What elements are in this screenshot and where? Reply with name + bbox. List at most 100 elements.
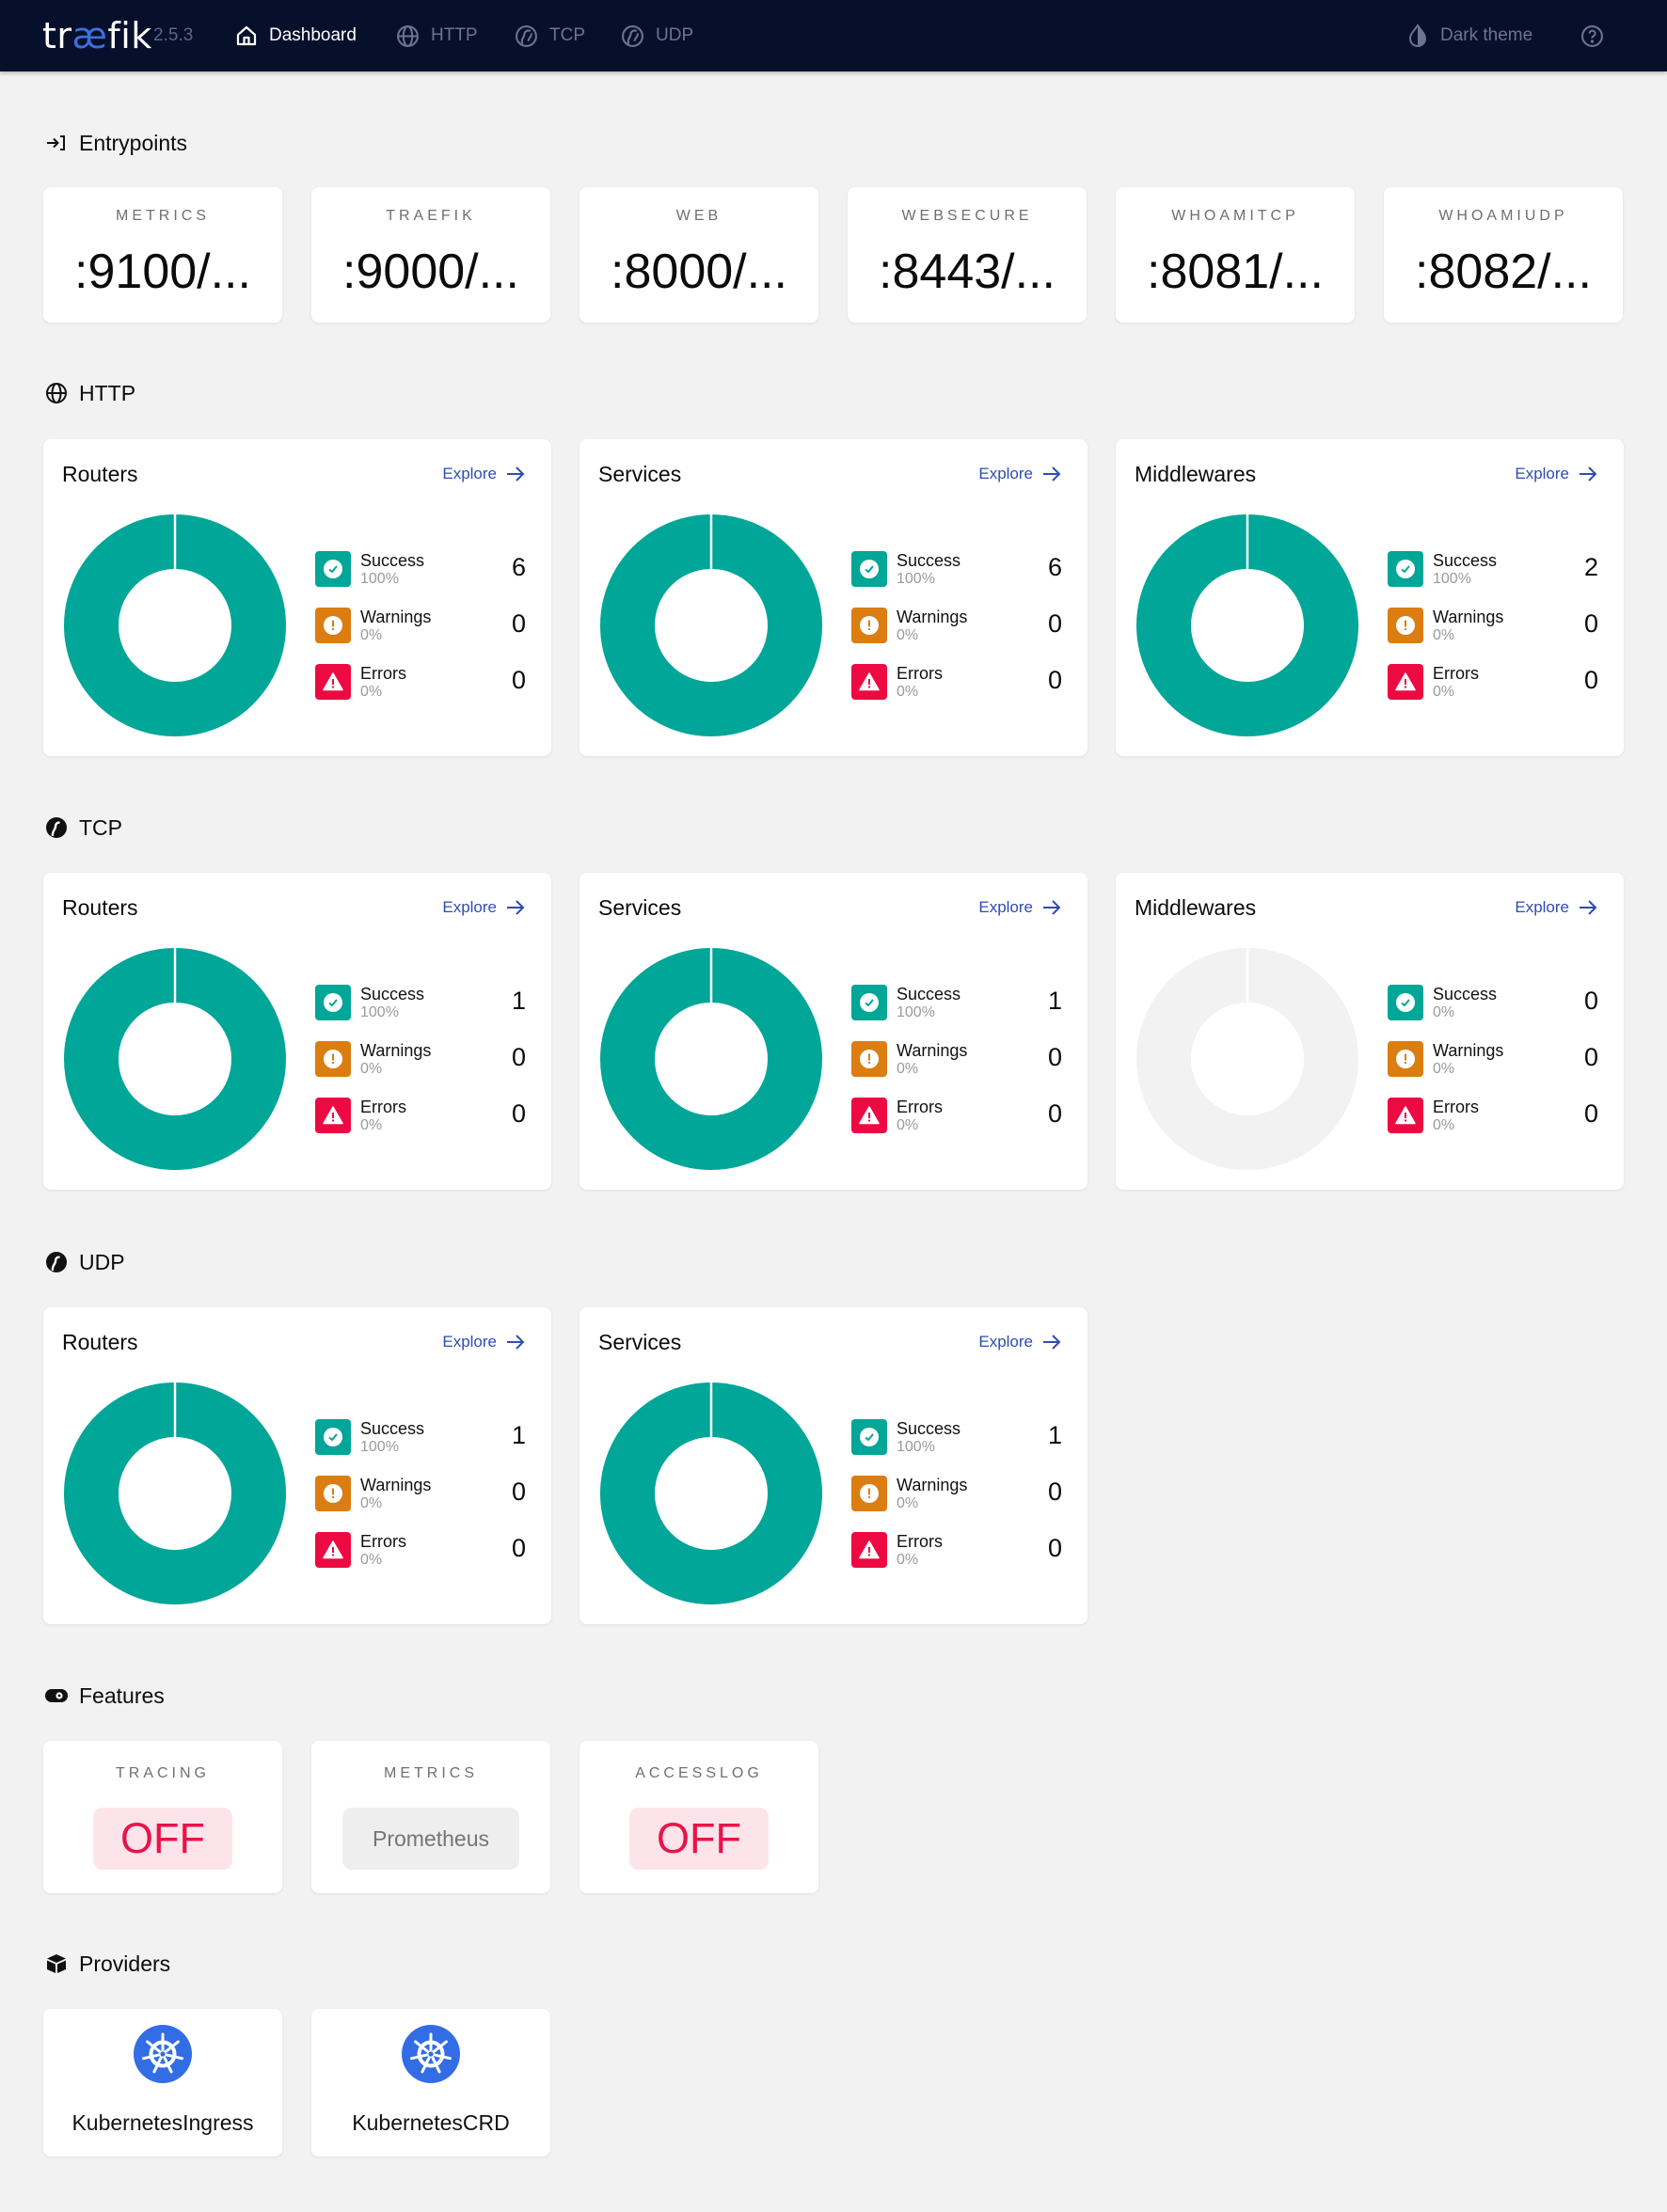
status-donut-chart xyxy=(600,514,822,736)
legend-percentage: 0% xyxy=(1433,1117,1455,1133)
card-title: Services xyxy=(598,1330,682,1354)
feature-name: ACCESSLOG xyxy=(635,1765,763,1781)
status-donut-chart xyxy=(64,1382,286,1604)
section-title-text: Providers xyxy=(79,1951,171,1976)
card-title: Middlewares xyxy=(1135,462,1257,486)
toggle-icon xyxy=(45,1684,68,1707)
nav-http[interactable]: HTTP xyxy=(396,0,478,71)
legend-percentage: 0% xyxy=(360,684,383,700)
explore-link[interactable]: Explore xyxy=(978,465,1061,483)
section-entrypoints-title: Entrypoints xyxy=(45,128,187,158)
explore-link[interactable]: Explore xyxy=(442,898,525,917)
card-title: Routers xyxy=(62,462,138,486)
check-circle-icon xyxy=(1396,993,1415,1012)
legend-percentage: 0% xyxy=(360,627,383,643)
entrypoint-address: :8081/... xyxy=(1147,245,1324,299)
card-title: Middlewares xyxy=(1135,895,1257,920)
donut-container xyxy=(1135,946,1360,1177)
exclamation-circle-icon xyxy=(324,616,342,635)
exclamation-circle-icon xyxy=(860,616,879,635)
legend-label: Warnings xyxy=(897,1476,968,1494)
legend-count: 1 xyxy=(511,1421,526,1449)
explore-link[interactable]: Explore xyxy=(442,465,525,483)
explore-link[interactable]: Explore xyxy=(978,1333,1061,1351)
legend-row-warnings: Warnings 0% 0 xyxy=(315,1041,526,1077)
donut-container xyxy=(62,1381,288,1611)
dark-theme-toggle[interactable]: Dark theme xyxy=(1406,0,1532,71)
legend-percentage: 0% xyxy=(1433,627,1455,643)
legend-count: 0 xyxy=(1583,987,1598,1015)
legend-count: 6 xyxy=(511,553,526,581)
tcp-icon xyxy=(45,816,68,839)
legend-count: 1 xyxy=(511,987,526,1015)
arrow-right-icon xyxy=(1580,466,1597,482)
feature-name: METRICS xyxy=(384,1765,478,1781)
legend-count: 0 xyxy=(511,1099,526,1128)
status-donut-chart xyxy=(600,1382,822,1604)
globe-icon xyxy=(45,382,68,404)
entrypoint-address: :8000/... xyxy=(611,245,787,299)
status-donut-chart xyxy=(600,947,822,1170)
check-circle-icon xyxy=(1396,560,1415,578)
legend-count: 1 xyxy=(1047,1421,1062,1449)
explore-link[interactable]: Explore xyxy=(1515,898,1597,917)
legend-success-badge xyxy=(851,551,887,587)
legend-label: Warnings xyxy=(360,608,432,626)
tcp-services-card: Services Explore Success 100% 1 Warnings 0% 0 Er… xyxy=(579,873,1088,1190)
legend-success-badge xyxy=(1388,551,1423,587)
cube-icon xyxy=(45,1952,68,1975)
entrypoint-address: :8082/... xyxy=(1415,245,1592,299)
explore-link[interactable]: Explore xyxy=(978,898,1061,917)
legend-label: Errors xyxy=(360,1532,406,1551)
arrow-right-icon xyxy=(1580,900,1597,915)
logo-text-prefix: tr xyxy=(42,15,72,56)
check-circle-icon xyxy=(860,993,879,1012)
nav-udp[interactable]: UDP xyxy=(621,0,693,71)
check-circle-icon xyxy=(860,1428,879,1446)
check-circle-icon xyxy=(324,993,342,1012)
traefik-logo[interactable]: tr æ fik xyxy=(42,0,152,71)
legend-errors-badge xyxy=(1388,1098,1423,1133)
section-title-text: Features xyxy=(79,1683,165,1708)
udp-icon xyxy=(622,24,643,47)
legend-count: 0 xyxy=(1583,1043,1598,1071)
legend-errors-badge xyxy=(315,1098,351,1133)
explore-link[interactable]: Explore xyxy=(442,1333,525,1351)
status-legend: Success 100% 1 Warnings 0% 0 Errors 0% 0 xyxy=(851,1419,1062,1588)
warning-triangle-icon xyxy=(323,672,343,691)
legend-errors-badge xyxy=(315,1532,351,1568)
donut-container xyxy=(598,513,824,743)
legend-count: 0 xyxy=(1583,609,1598,638)
legend-row-success: Success 100% 1 xyxy=(851,985,1062,1020)
help-button[interactable] xyxy=(1580,0,1615,71)
legend-percentage: 0% xyxy=(897,684,919,700)
exclamation-circle-icon xyxy=(1396,616,1415,635)
arrow-right-icon xyxy=(1043,1335,1061,1350)
legend-count: 0 xyxy=(511,1477,526,1506)
legend-count: 0 xyxy=(1047,1534,1062,1562)
nav-tcp[interactable]: TCP xyxy=(515,0,585,71)
provider-name: KubernetesCRD xyxy=(352,2110,510,2135)
legend-label: Errors xyxy=(897,664,943,683)
explore-link[interactable]: Explore xyxy=(1515,465,1597,483)
globe-icon xyxy=(397,24,419,47)
tcp-routers-card: Routers Explore Success 100% 1 Warnings 0% 0 Err… xyxy=(43,873,551,1190)
legend-warnings-badge xyxy=(315,608,351,643)
status-donut-chart xyxy=(1136,947,1358,1170)
legend-label: Warnings xyxy=(360,1476,432,1494)
provider-icon-wrapper xyxy=(133,2024,193,2089)
explore-label: Explore xyxy=(978,1333,1033,1351)
legend-label: Success xyxy=(897,1419,961,1438)
section-http-title: HTTP xyxy=(45,378,135,408)
feature-status-badge: OFF xyxy=(629,1808,769,1870)
legend-label: Errors xyxy=(1433,664,1479,683)
arrow-right-icon xyxy=(507,466,525,482)
provider-card: KubernetesIngress xyxy=(43,2009,282,2157)
nav-dashboard[interactable]: Dashboard xyxy=(235,0,357,71)
warning-triangle-icon xyxy=(323,1106,343,1125)
legend-row-success: Success 100% 1 xyxy=(315,985,526,1020)
legend-label: Warnings xyxy=(1433,608,1504,626)
theme-drop-icon xyxy=(1408,24,1427,47)
tcp-icon xyxy=(516,24,537,47)
card-title: Services xyxy=(598,462,682,486)
